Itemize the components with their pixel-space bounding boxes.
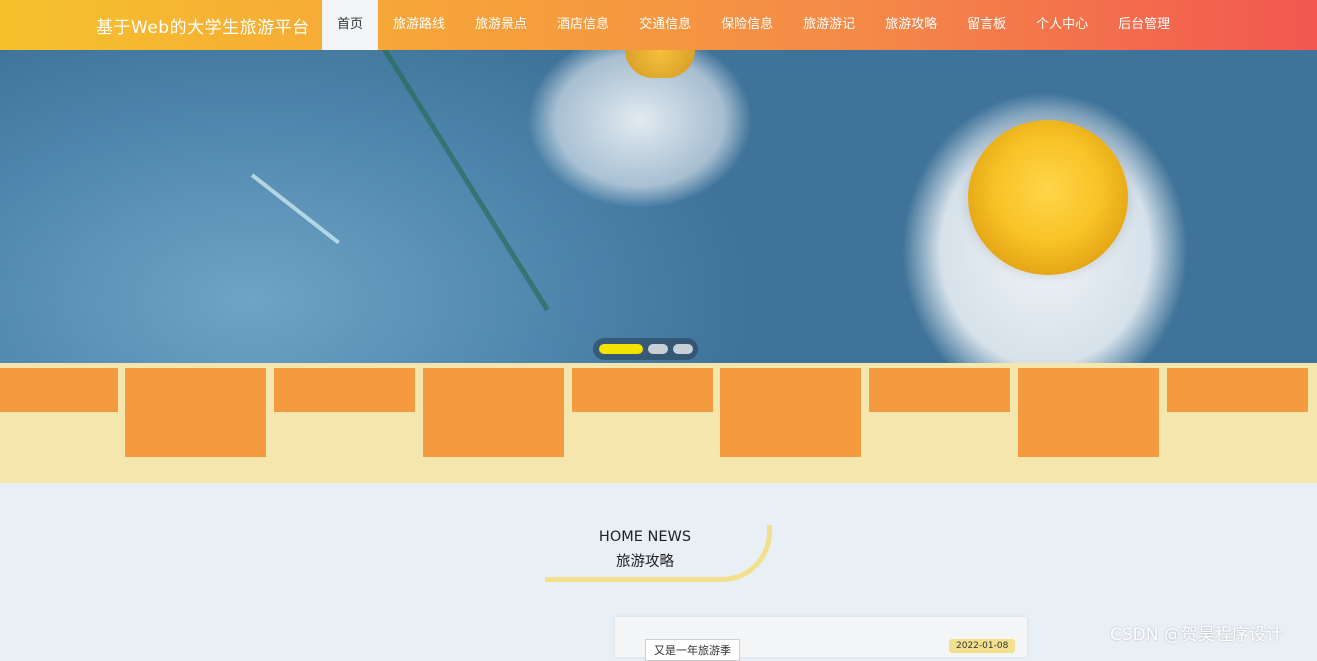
banner-image-flower-top xyxy=(625,50,695,78)
top-header: 基于Web的大学生旅游平台 首页 旅游路线 旅游景点 酒店信息 交通信息 保险信… xyxy=(0,0,1317,50)
tile-7[interactable] xyxy=(869,368,1010,412)
main-nav: 首页 旅游路线 旅游景点 酒店信息 交通信息 保险信息 旅游游记 旅游攻略 留言… xyxy=(322,0,1185,50)
nav-item-travel-notes[interactable]: 旅游游记 xyxy=(788,0,870,50)
tile-2[interactable] xyxy=(125,368,266,457)
nav-item-message-board[interactable]: 留言板 xyxy=(952,0,1021,50)
nav-item-admin[interactable]: 后台管理 xyxy=(1103,0,1185,50)
site-title: 基于Web的大学生旅游平台 xyxy=(96,18,310,38)
banner-carousel[interactable] xyxy=(0,50,1317,363)
tile-5[interactable] xyxy=(572,368,713,412)
nav-item-scenic-spots[interactable]: 旅游景点 xyxy=(460,0,542,50)
carousel-dot-3[interactable] xyxy=(673,344,693,354)
watermark-text: CSDN @贺昊程序设计 xyxy=(1110,625,1283,645)
banner-image-flower xyxy=(968,120,1128,275)
nav-item-travel-routes[interactable]: 旅游路线 xyxy=(378,0,460,50)
carousel-dot-1[interactable] xyxy=(599,344,643,354)
nav-item-transport[interactable]: 交通信息 xyxy=(624,0,706,50)
tile-3[interactable] xyxy=(274,368,415,412)
carousel-indicators xyxy=(593,338,698,360)
banner-image-grass xyxy=(250,173,340,245)
tile-4[interactable] xyxy=(423,368,564,457)
nav-item-insurance[interactable]: 保险信息 xyxy=(706,0,788,50)
news-card[interactable]: 又是一年旅游季 2022-01-08 xyxy=(615,617,1027,661)
category-tiles xyxy=(0,363,1317,483)
nav-item-hotels[interactable]: 酒店信息 xyxy=(542,0,624,50)
nav-item-profile[interactable]: 个人中心 xyxy=(1021,0,1103,50)
banner-image-stem xyxy=(370,50,550,312)
section-title: HOME NEWS 旅游攻略 xyxy=(545,525,772,582)
section-title-en: HOME NEWS xyxy=(598,529,692,545)
nav-item-travel-guides[interactable]: 旅游攻略 xyxy=(870,0,952,50)
tile-9[interactable] xyxy=(1167,368,1308,412)
tile-1[interactable] xyxy=(0,368,118,412)
carousel-dot-2[interactable] xyxy=(648,344,668,354)
nav-item-home[interactable]: 首页 xyxy=(322,0,379,50)
tile-6[interactable] xyxy=(720,368,861,457)
section-title-cn: 旅游攻略 xyxy=(616,554,674,570)
news-date-badge: 2022-01-08 xyxy=(949,639,1016,653)
news-title[interactable]: 又是一年旅游季 xyxy=(645,639,740,661)
tile-8[interactable] xyxy=(1018,368,1159,457)
